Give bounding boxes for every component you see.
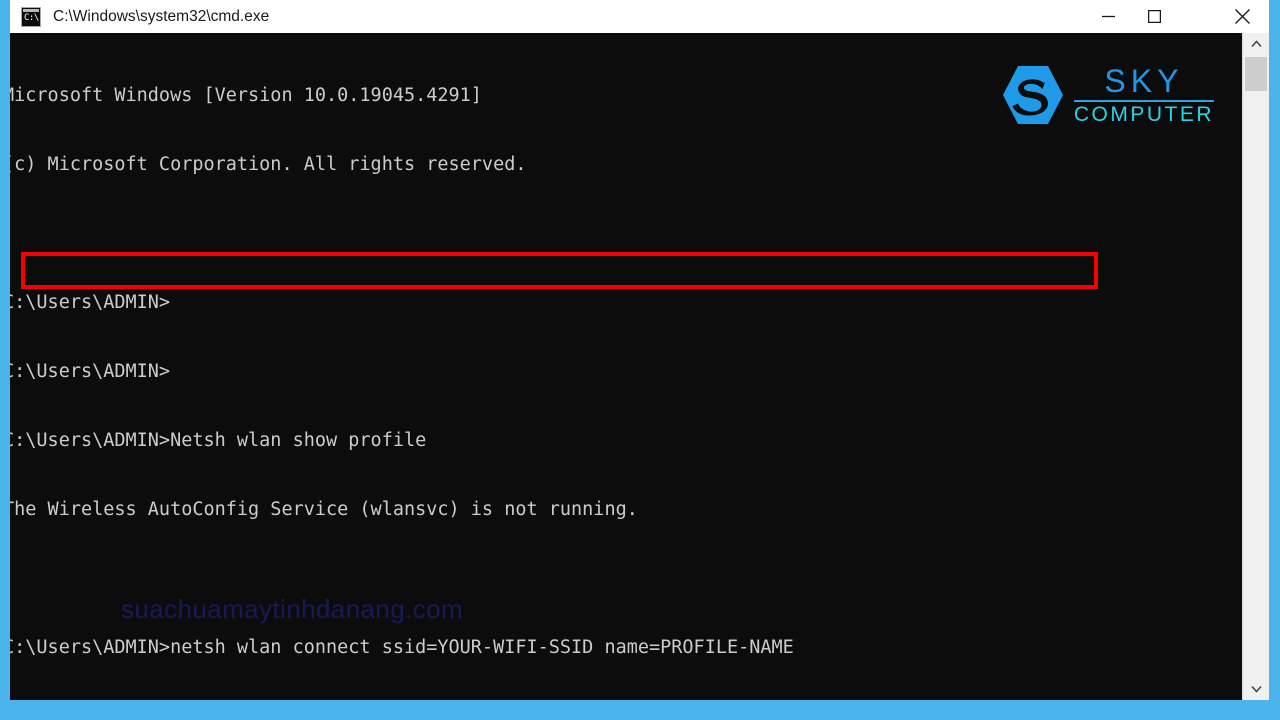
scroll-down-button[interactable] bbox=[1243, 678, 1269, 700]
title-bar[interactable]: C:\ C:\Windows\system32\cmd.exe bbox=[10, 0, 1269, 33]
close-button[interactable] bbox=[1219, 0, 1265, 33]
sky-hexagon-s-logo-icon bbox=[1002, 66, 1063, 124]
console-line: C:\Users\ADMIN> bbox=[10, 361, 171, 382]
logo-primary-text: SKY bbox=[1104, 62, 1184, 99]
console-line: C:\Users\ADMIN> bbox=[10, 292, 171, 313]
minimize-icon bbox=[1101, 15, 1115, 18]
cmd-icon-titlestrip bbox=[23, 8, 39, 12]
console-line: Microsoft Windows [Version 10.0.19045.42… bbox=[10, 85, 482, 106]
console-line-highlighted: C:\Users\ADMIN>netsh wlan connect ssid=Y… bbox=[10, 637, 794, 658]
cmd-icon: C:\ bbox=[21, 6, 41, 27]
cmd-icon-glyph: C:\ bbox=[24, 12, 39, 23]
minimize-button[interactable] bbox=[1085, 0, 1131, 33]
scroll-up-button[interactable] bbox=[1243, 33, 1269, 55]
window-title: C:\Windows\system32\cmd.exe bbox=[53, 7, 270, 25]
screen-frame: C:\ C:\Windows\system32\cmd.exe Microsof… bbox=[0, 0, 1280, 720]
logo-wordmark: SKY COMPUTER bbox=[1073, 62, 1214, 126]
console-line: (c) Microsoft Corporation. All rights re… bbox=[10, 154, 527, 175]
logo-secondary-text: COMPUTER bbox=[1073, 102, 1214, 126]
vertical-scrollbar[interactable] bbox=[1242, 33, 1269, 700]
console-line: The Wireless AutoConfig Service (wlansvc… bbox=[10, 499, 638, 520]
scroll-down-icon bbox=[1250, 685, 1262, 693]
terminal-output-area[interactable]: Microsoft Windows [Version 10.0.19045.42… bbox=[10, 33, 1242, 700]
maximize-button[interactable] bbox=[1131, 0, 1177, 33]
watermark-text: suachuamaytinhdanang.com bbox=[121, 594, 464, 624]
maximize-icon bbox=[1147, 10, 1161, 23]
cmd-window: C:\ C:\Windows\system32\cmd.exe Microsof… bbox=[10, 0, 1269, 700]
close-icon bbox=[1234, 9, 1250, 24]
scroll-up-icon bbox=[1250, 40, 1262, 48]
logo-divider bbox=[1073, 99, 1214, 102]
scrollbar-thumb[interactable] bbox=[1245, 57, 1267, 91]
console-line: C:\Users\ADMIN>Netsh wlan show profile bbox=[10, 430, 427, 451]
sky-computer-logo: SKY COMPUTER bbox=[1000, 60, 1214, 130]
